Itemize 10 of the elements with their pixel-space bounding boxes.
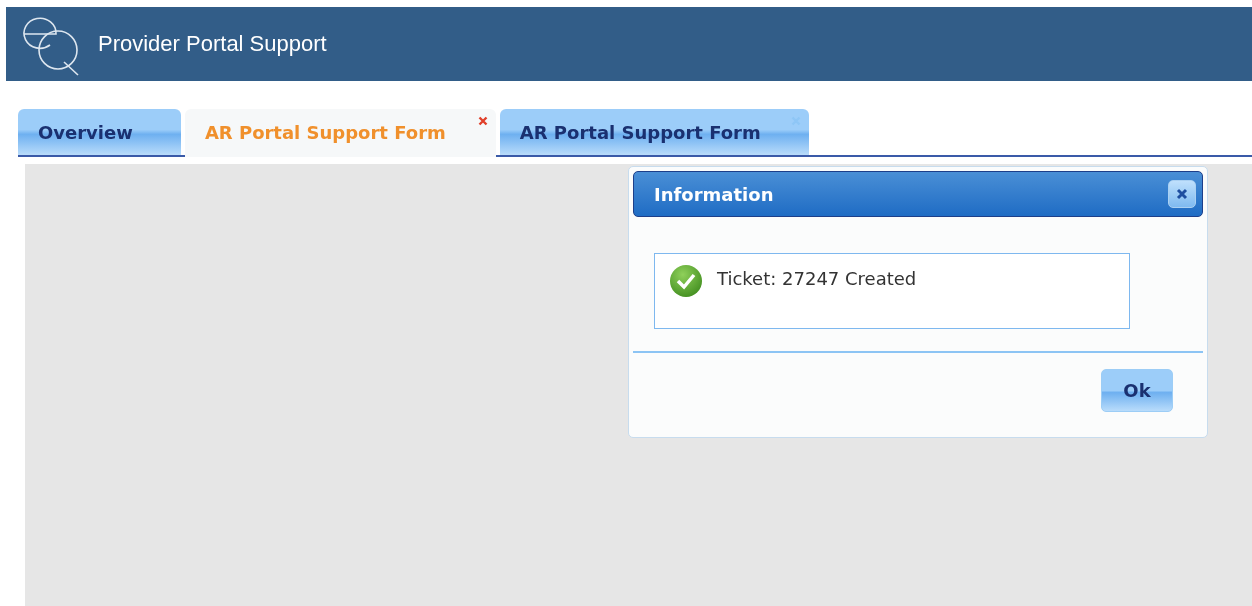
tab[interactable]: Overview <box>18 109 181 155</box>
app-title: Provider Portal Support <box>98 31 327 57</box>
tab[interactable]: AR Portal Support Form <box>499 109 809 155</box>
dialog-title: Information <box>654 183 774 205</box>
close-icon[interactable] <box>477 116 488 126</box>
close-icon <box>1176 188 1188 200</box>
close-button[interactable] <box>1168 180 1196 208</box>
check-icon <box>669 264 703 298</box>
ok-button[interactable]: Ok <box>1101 369 1173 412</box>
message-text: Ticket: 27247 Created <box>717 268 917 289</box>
